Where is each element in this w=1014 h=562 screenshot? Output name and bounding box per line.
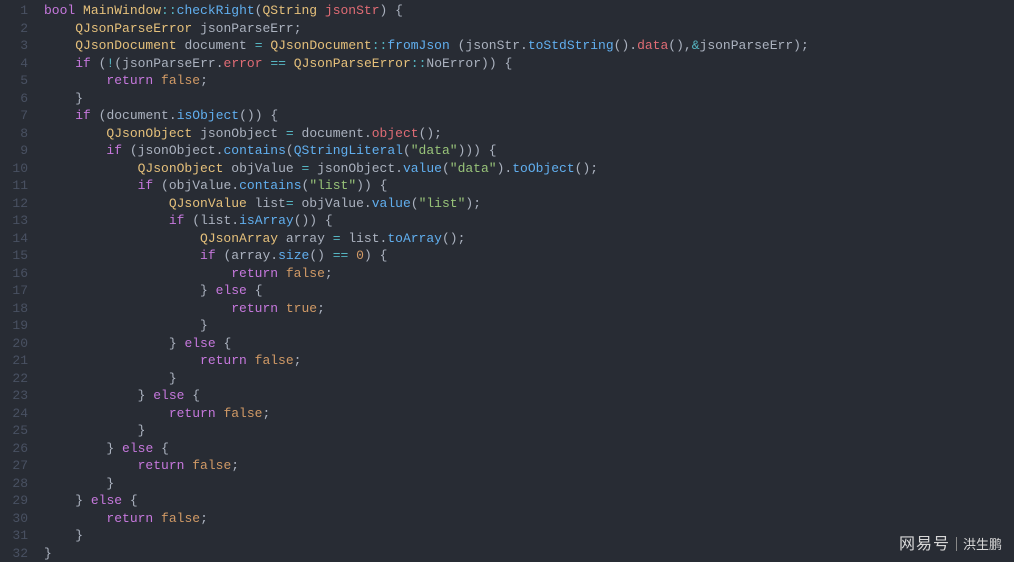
watermark-logo: 网易号 — [899, 536, 950, 554]
code-line[interactable]: return false; — [44, 72, 1014, 90]
line-number: 1 — [12, 2, 28, 20]
code-line[interactable]: } else { — [44, 387, 1014, 405]
line-number: 8 — [12, 125, 28, 143]
line-number: 2 — [12, 20, 28, 38]
line-number: 14 — [12, 230, 28, 248]
line-number: 20 — [12, 335, 28, 353]
line-number-gutter: 1234567891011121314151617181920212223242… — [0, 0, 36, 561]
code-line[interactable]: QJsonObject objValue = jsonObject.value(… — [44, 160, 1014, 178]
code-line[interactable]: return false; — [44, 352, 1014, 370]
line-number: 10 — [12, 160, 28, 178]
line-number: 6 — [12, 90, 28, 108]
code-line[interactable]: if (array.size() == 0) { — [44, 247, 1014, 265]
code-line[interactable]: } — [44, 545, 1014, 562]
line-number: 4 — [12, 55, 28, 73]
code-line[interactable]: } else { — [44, 335, 1014, 353]
watermark-separator — [956, 537, 957, 551]
code-line[interactable]: } — [44, 527, 1014, 545]
code-editor[interactable]: 1234567891011121314151617181920212223242… — [0, 0, 1014, 561]
line-number: 26 — [12, 440, 28, 458]
line-number: 22 — [12, 370, 28, 388]
line-number: 17 — [12, 282, 28, 300]
code-line[interactable]: if (!(jsonParseErr.error == QJsonParseEr… — [44, 55, 1014, 73]
code-line[interactable]: QJsonValue list= objValue.value("list"); — [44, 195, 1014, 213]
line-number: 3 — [12, 37, 28, 55]
line-number: 7 — [12, 107, 28, 125]
line-number: 9 — [12, 142, 28, 160]
code-line[interactable]: QJsonObject jsonObject = document.object… — [44, 125, 1014, 143]
line-number: 28 — [12, 475, 28, 493]
code-line[interactable]: QJsonParseError jsonParseErr; — [44, 20, 1014, 38]
line-number: 27 — [12, 457, 28, 475]
line-number: 16 — [12, 265, 28, 283]
code-line[interactable]: return false; — [44, 405, 1014, 423]
line-number: 29 — [12, 492, 28, 510]
code-line[interactable]: if (document.isObject()) { — [44, 107, 1014, 125]
line-number: 25 — [12, 422, 28, 440]
code-line[interactable]: } else { — [44, 282, 1014, 300]
line-number: 11 — [12, 177, 28, 195]
code-line[interactable]: QJsonArray array = list.toArray(); — [44, 230, 1014, 248]
code-line[interactable]: return false; — [44, 457, 1014, 475]
line-number: 19 — [12, 317, 28, 335]
line-number: 31 — [12, 527, 28, 545]
code-line[interactable]: } — [44, 422, 1014, 440]
line-number: 30 — [12, 510, 28, 528]
code-line[interactable]: } — [44, 475, 1014, 493]
code-line[interactable]: if (list.isArray()) { — [44, 212, 1014, 230]
code-line[interactable]: } else { — [44, 492, 1014, 510]
code-line[interactable]: return false; — [44, 265, 1014, 283]
code-line[interactable]: return false; — [44, 510, 1014, 528]
code-line[interactable]: if (jsonObject.contains(QStringLiteral("… — [44, 142, 1014, 160]
line-number: 24 — [12, 405, 28, 423]
watermark: 网易号 洪生鹏 — [899, 536, 1002, 554]
line-number: 21 — [12, 352, 28, 370]
line-number: 23 — [12, 387, 28, 405]
code-line[interactable]: return true; — [44, 300, 1014, 318]
code-line[interactable]: } — [44, 317, 1014, 335]
line-number: 32 — [12, 545, 28, 562]
code-line[interactable]: } else { — [44, 440, 1014, 458]
code-line[interactable]: if (objValue.contains("list")) { — [44, 177, 1014, 195]
code-line[interactable]: QJsonDocument document = QJsonDocument::… — [44, 37, 1014, 55]
line-number: 13 — [12, 212, 28, 230]
code-line[interactable]: bool MainWindow::checkRight(QString json… — [44, 2, 1014, 20]
code-line[interactable]: } — [44, 370, 1014, 388]
line-number: 12 — [12, 195, 28, 213]
line-number: 5 — [12, 72, 28, 90]
watermark-author: 洪生鹏 — [963, 536, 1002, 554]
code-content[interactable]: bool MainWindow::checkRight(QString json… — [36, 0, 1014, 561]
code-line[interactable]: } — [44, 90, 1014, 108]
line-number: 18 — [12, 300, 28, 318]
line-number: 15 — [12, 247, 28, 265]
